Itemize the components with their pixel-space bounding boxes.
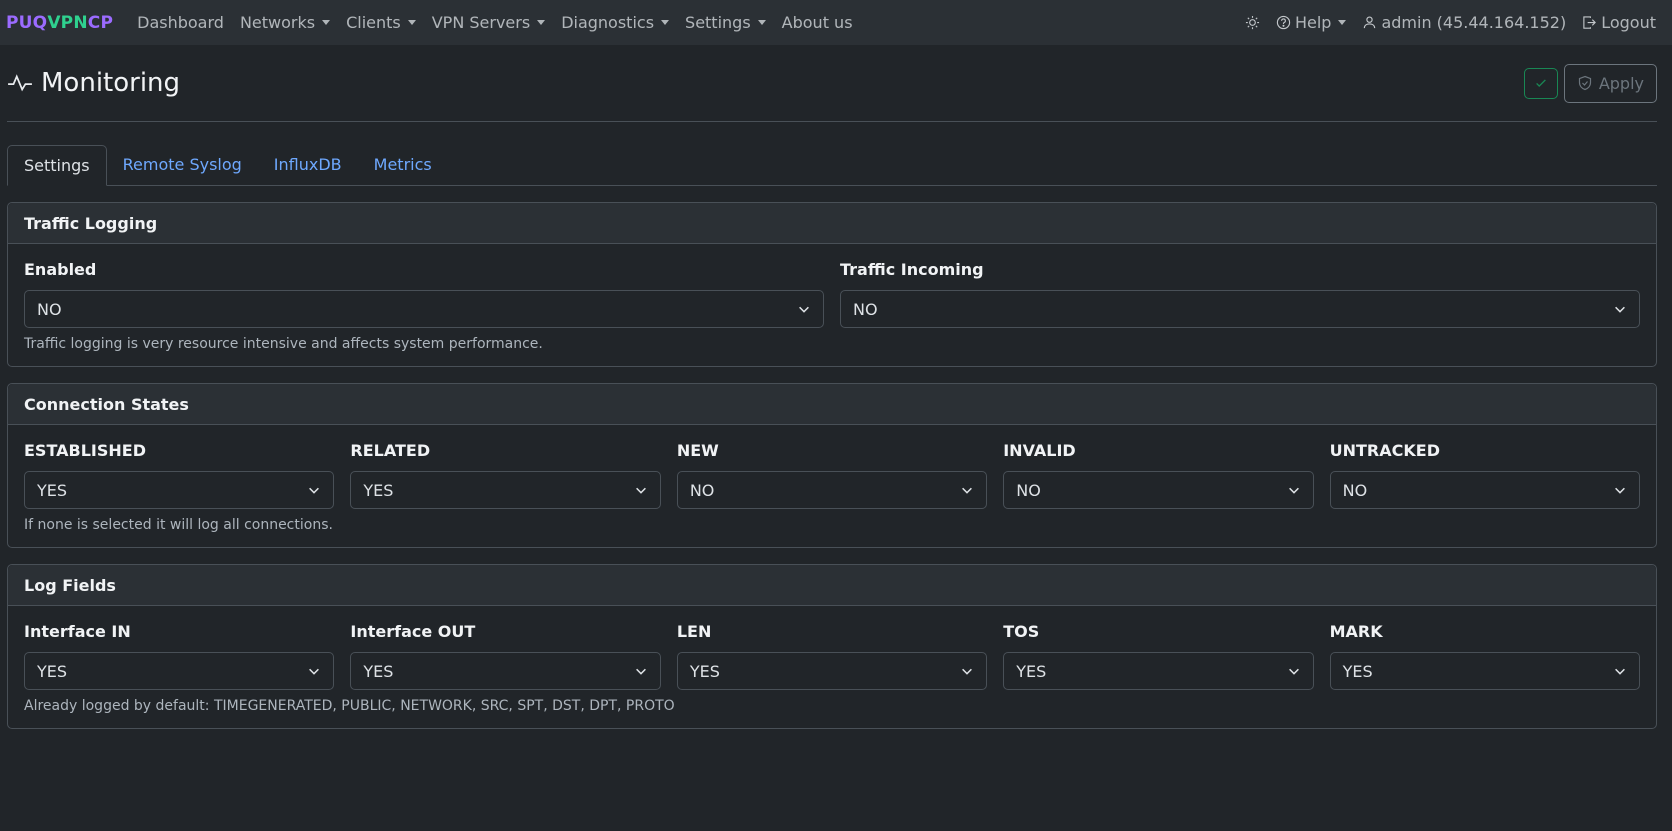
interface-in-select[interactable]: YES	[24, 652, 335, 690]
established-select[interactable]: YES	[24, 471, 335, 509]
theme-toggle-sun-icon[interactable]	[1237, 15, 1268, 30]
chevron-down-icon	[799, 306, 809, 313]
caret-down-icon	[1338, 20, 1347, 25]
nav-diagnostics[interactable]: Diagnostics	[553, 13, 677, 32]
caret-down-icon	[661, 20, 670, 25]
nav-vpn-servers[interactable]: VPN Servers	[424, 13, 553, 32]
field-label: Enabled	[24, 260, 97, 279]
nav-settings[interactable]: Settings	[677, 13, 774, 32]
enabled-select[interactable]: NO	[24, 290, 824, 328]
nav-help[interactable]: Help	[1268, 13, 1354, 32]
help-text: Already logged by default: TIMEGENERATED…	[24, 698, 675, 714]
mark-select[interactable]: YES	[1329, 652, 1641, 690]
caret-down-icon	[537, 20, 546, 25]
field-label: INVALID	[1003, 441, 1076, 460]
tab-bar: Settings Remote Syslog InfluxDB Metrics	[7, 144, 1657, 186]
traffic-incoming-select[interactable]: NO	[840, 290, 1640, 328]
chevron-down-icon	[1288, 668, 1299, 675]
shield-check-icon	[1578, 75, 1591, 91]
page-header: Monitoring Apply	[7, 45, 1657, 122]
main-content: Monitoring Apply Settings Remote Syslog …	[0, 45, 1672, 729]
apply-button[interactable]: Apply	[1563, 63, 1657, 103]
field-label: Traffic Incoming	[840, 260, 984, 279]
top-navbar: PUQVPNCP Dashboard Networks Clients VPN …	[0, 0, 1672, 45]
status-check-button[interactable]	[1523, 67, 1558, 99]
question-circle-icon	[1276, 15, 1291, 30]
nav-dashboard[interactable]: Dashboard	[129, 13, 232, 32]
nav-networks[interactable]: Networks	[232, 13, 338, 32]
help-text: If none is selected it will log all conn…	[24, 517, 333, 533]
chevron-down-icon	[1615, 668, 1625, 675]
caret-down-icon	[322, 20, 331, 25]
field-label: LEN	[676, 622, 712, 641]
log-fields-card: Log Fields Interface IN YES Interface OU…	[7, 564, 1657, 729]
connection-states-card: Connection States ESTABLISHED YES RELATE…	[7, 383, 1657, 548]
invalid-select[interactable]: NO	[1003, 471, 1314, 509]
caret-down-icon	[407, 20, 416, 25]
len-select[interactable]: YES	[676, 652, 988, 690]
help-text: Traffic logging is very resource intensi…	[24, 336, 543, 352]
field-label: MARK	[1329, 622, 1383, 641]
chevron-down-icon	[1615, 306, 1625, 313]
field-label: ESTABLISHED	[24, 441, 146, 460]
activity-pulse-icon	[8, 74, 32, 92]
brand-logo[interactable]: PUQVPNCP	[6, 13, 113, 33]
field-label: TOS	[1003, 622, 1040, 641]
traffic-logging-card: Traffic Logging Enabled NO Traffic Incom…	[7, 202, 1657, 367]
card-title: Connection States	[8, 384, 1656, 425]
chevron-down-icon	[635, 668, 646, 675]
tab-settings[interactable]: Settings	[7, 145, 107, 186]
tos-select[interactable]: YES	[1003, 652, 1314, 690]
interface-out-select[interactable]: YES	[350, 652, 661, 690]
nav-about-us[interactable]: About us	[774, 13, 861, 32]
chevron-down-icon	[1615, 487, 1625, 494]
field-label: RELATED	[350, 441, 431, 460]
nav-user[interactable]: admin (45.44.164.152)	[1354, 13, 1574, 32]
card-title: Log Fields	[8, 565, 1656, 606]
chevron-down-icon	[309, 668, 320, 675]
untracked-select[interactable]: NO	[1329, 471, 1641, 509]
nav-clients[interactable]: Clients	[338, 13, 424, 32]
tab-metrics[interactable]: Metrics	[358, 144, 448, 185]
field-label: UNTRACKED	[1329, 441, 1440, 460]
new-select[interactable]: NO	[676, 471, 988, 509]
page-title: Monitoring	[7, 68, 180, 98]
tab-influxdb[interactable]: InfluxDB	[258, 144, 358, 185]
field-label: NEW	[676, 441, 719, 460]
caret-down-icon	[757, 20, 766, 25]
logout-icon	[1583, 16, 1597, 29]
field-label: Interface OUT	[350, 622, 476, 641]
card-title: Traffic Logging	[8, 203, 1656, 244]
field-label: Interface IN	[24, 622, 131, 641]
chevron-down-icon	[962, 668, 973, 675]
chevron-down-icon	[1288, 487, 1299, 494]
check-icon	[1535, 79, 1546, 88]
related-select[interactable]: YES	[350, 471, 661, 509]
chevron-down-icon	[309, 487, 320, 494]
chevron-down-icon	[635, 487, 646, 494]
tab-remote-syslog[interactable]: Remote Syslog	[107, 144, 258, 185]
chevron-down-icon	[962, 487, 973, 494]
nav-logout[interactable]: Logout	[1574, 13, 1664, 32]
person-icon	[1364, 16, 1376, 29]
